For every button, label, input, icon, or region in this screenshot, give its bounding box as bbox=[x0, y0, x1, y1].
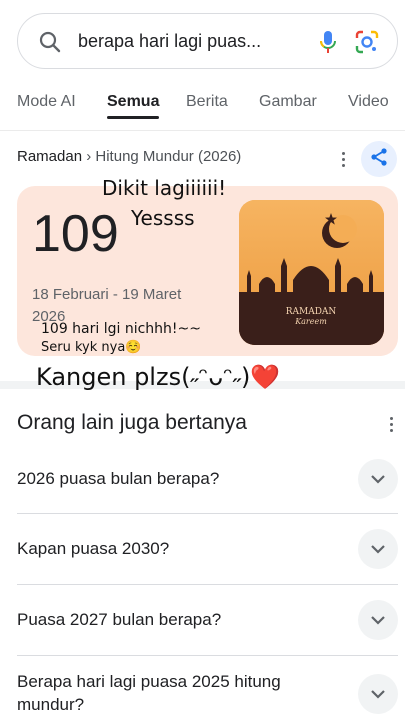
more-options-icon[interactable] bbox=[381, 414, 401, 434]
search-tabs: Mode AI Semua Berita Gambar Video bbox=[0, 90, 405, 126]
tab-semua[interactable]: Semua bbox=[107, 93, 159, 111]
share-button[interactable] bbox=[361, 141, 397, 177]
search-input[interactable]: berapa hari lagi puas... bbox=[78, 31, 288, 52]
ramadan-kareem-image[interactable]: RAMADAN Kareem bbox=[239, 200, 384, 345]
paa-question[interactable]: 2026 puasa bulan berapa? bbox=[17, 457, 398, 501]
tabs-divider bbox=[0, 130, 405, 131]
annotation-text: 109 hari lgi nichhh!~~ bbox=[41, 321, 201, 337]
paa-question[interactable]: Berapa hari lagi puasa 2025 hitung mundu… bbox=[17, 668, 398, 720]
paa-question-text: 2026 puasa bulan berapa? bbox=[17, 469, 220, 488]
tab-gambar[interactable]: Gambar bbox=[259, 93, 317, 111]
microphone-icon[interactable] bbox=[316, 29, 340, 60]
chevron-down-icon[interactable] bbox=[358, 459, 398, 499]
paa-question-text: Kapan puasa 2030? bbox=[17, 539, 170, 558]
paa-question-text: Berapa hari lagi puasa 2025 hitung mundu… bbox=[17, 672, 281, 714]
breadcrumb-leaf[interactable]: Hitung Mundur (2026) bbox=[95, 148, 241, 165]
search-bar[interactable]: berapa hari lagi puas... bbox=[17, 13, 398, 69]
chevron-down-icon[interactable] bbox=[358, 600, 398, 640]
tab-mode-ai[interactable]: Mode AI bbox=[17, 93, 76, 111]
annotation-text: Kangen plzs(˶ᵔᴗᵔ˶)❤️ bbox=[36, 363, 281, 391]
tab-video[interactable]: Video bbox=[348, 93, 389, 111]
chevron-down-icon[interactable] bbox=[358, 674, 398, 714]
breadcrumb[interactable]: Ramadan › Hitung Mundur (2026) bbox=[17, 148, 241, 165]
paa-divider bbox=[17, 584, 398, 585]
search-icon bbox=[38, 30, 62, 59]
breadcrumb-separator: › bbox=[86, 148, 92, 165]
annotation-text: Dikit lagiiiiii! bbox=[102, 176, 227, 200]
breadcrumb-root[interactable]: Ramadan bbox=[17, 148, 82, 165]
image-ramadan-text: RAMADAN bbox=[286, 307, 337, 317]
more-options-icon[interactable] bbox=[333, 149, 353, 169]
annotation-text: Yessss bbox=[131, 206, 195, 230]
paa-question[interactable]: Puasa 2027 bulan berapa? bbox=[17, 598, 398, 642]
google-lens-icon[interactable] bbox=[354, 29, 380, 60]
annotation-text: Seru kyk nya☺️ bbox=[41, 340, 142, 355]
share-icon bbox=[369, 147, 389, 172]
chevron-down-icon[interactable] bbox=[358, 529, 398, 569]
image-kareem-text: Kareem bbox=[294, 317, 327, 326]
days-remaining-count: 109 bbox=[32, 205, 119, 263]
paa-divider bbox=[17, 513, 398, 514]
paa-divider bbox=[17, 655, 398, 656]
people-also-ask-title: Orang lain juga bertanya bbox=[17, 411, 247, 434]
paa-question-text: Puasa 2027 bulan berapa? bbox=[17, 610, 222, 629]
tab-berita[interactable]: Berita bbox=[186, 93, 228, 111]
active-tab-indicator bbox=[107, 116, 159, 119]
paa-question[interactable]: Kapan puasa 2030? bbox=[17, 527, 398, 571]
